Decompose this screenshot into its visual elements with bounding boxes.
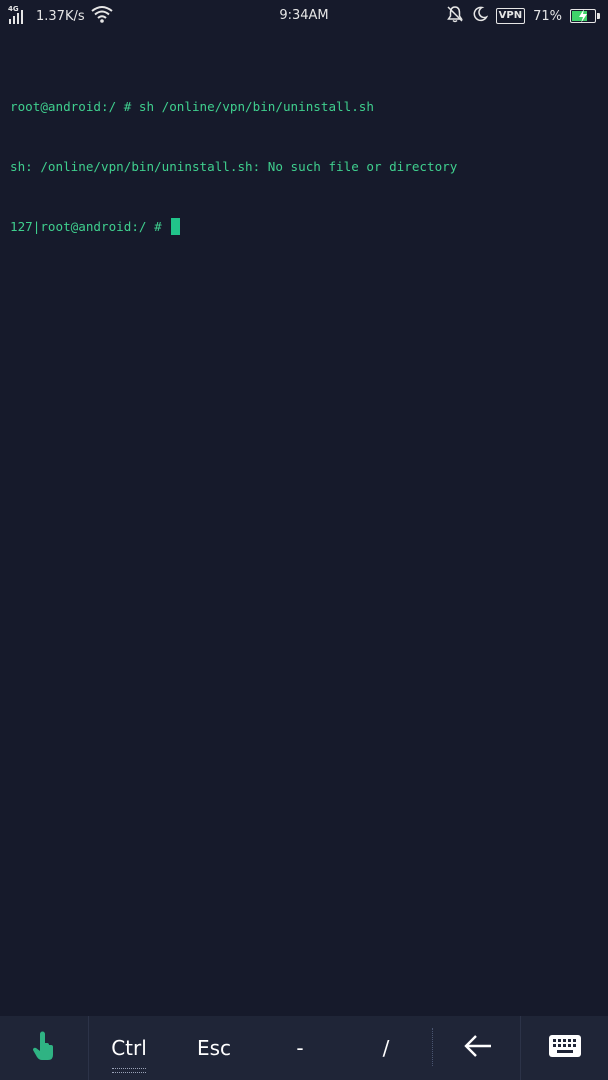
touch-hand-icon [31,1030,57,1067]
prompt: root@android:/ # [40,219,170,234]
alarm-off-icon [446,5,464,27]
key-group-divider [432,1028,433,1066]
moon-icon [472,6,488,26]
backspace-key[interactable] [436,1016,520,1080]
slash-key[interactable]: / [348,1016,424,1080]
status-bar: 4G 1.37K/s 9:34AM VPN 71% [0,0,608,32]
terminal-prompt-line: 127|root@android:/ # [10,217,600,237]
terminal-line: root@android:/ # sh /online/vpn/bin/unin… [10,99,374,114]
keyboard-toggle-button[interactable] [521,1016,608,1080]
esc-key[interactable]: Esc [176,1016,252,1080]
terminal-output[interactable]: root@android:/ # sh /online/vpn/bin/unin… [10,57,600,257]
ctrl-active-indicator [112,1068,146,1073]
terminal-cursor [171,218,181,235]
touch-hand-button[interactable] [0,1016,88,1080]
keyboard-icon [548,1034,582,1063]
dash-key[interactable]: - [262,1016,338,1080]
extra-keys-bar: Ctrl Esc - / [0,1016,608,1080]
vpn-icon: VPN [495,8,526,24]
battery-percent: 71% [533,8,562,24]
arrow-left-icon [463,1034,493,1063]
status-right: VPN 71% [446,5,600,27]
exit-code: 127 [10,219,33,234]
battery-charging-icon [570,9,600,23]
terminal-line: sh: /online/vpn/bin/uninstall.sh: No suc… [10,159,458,174]
